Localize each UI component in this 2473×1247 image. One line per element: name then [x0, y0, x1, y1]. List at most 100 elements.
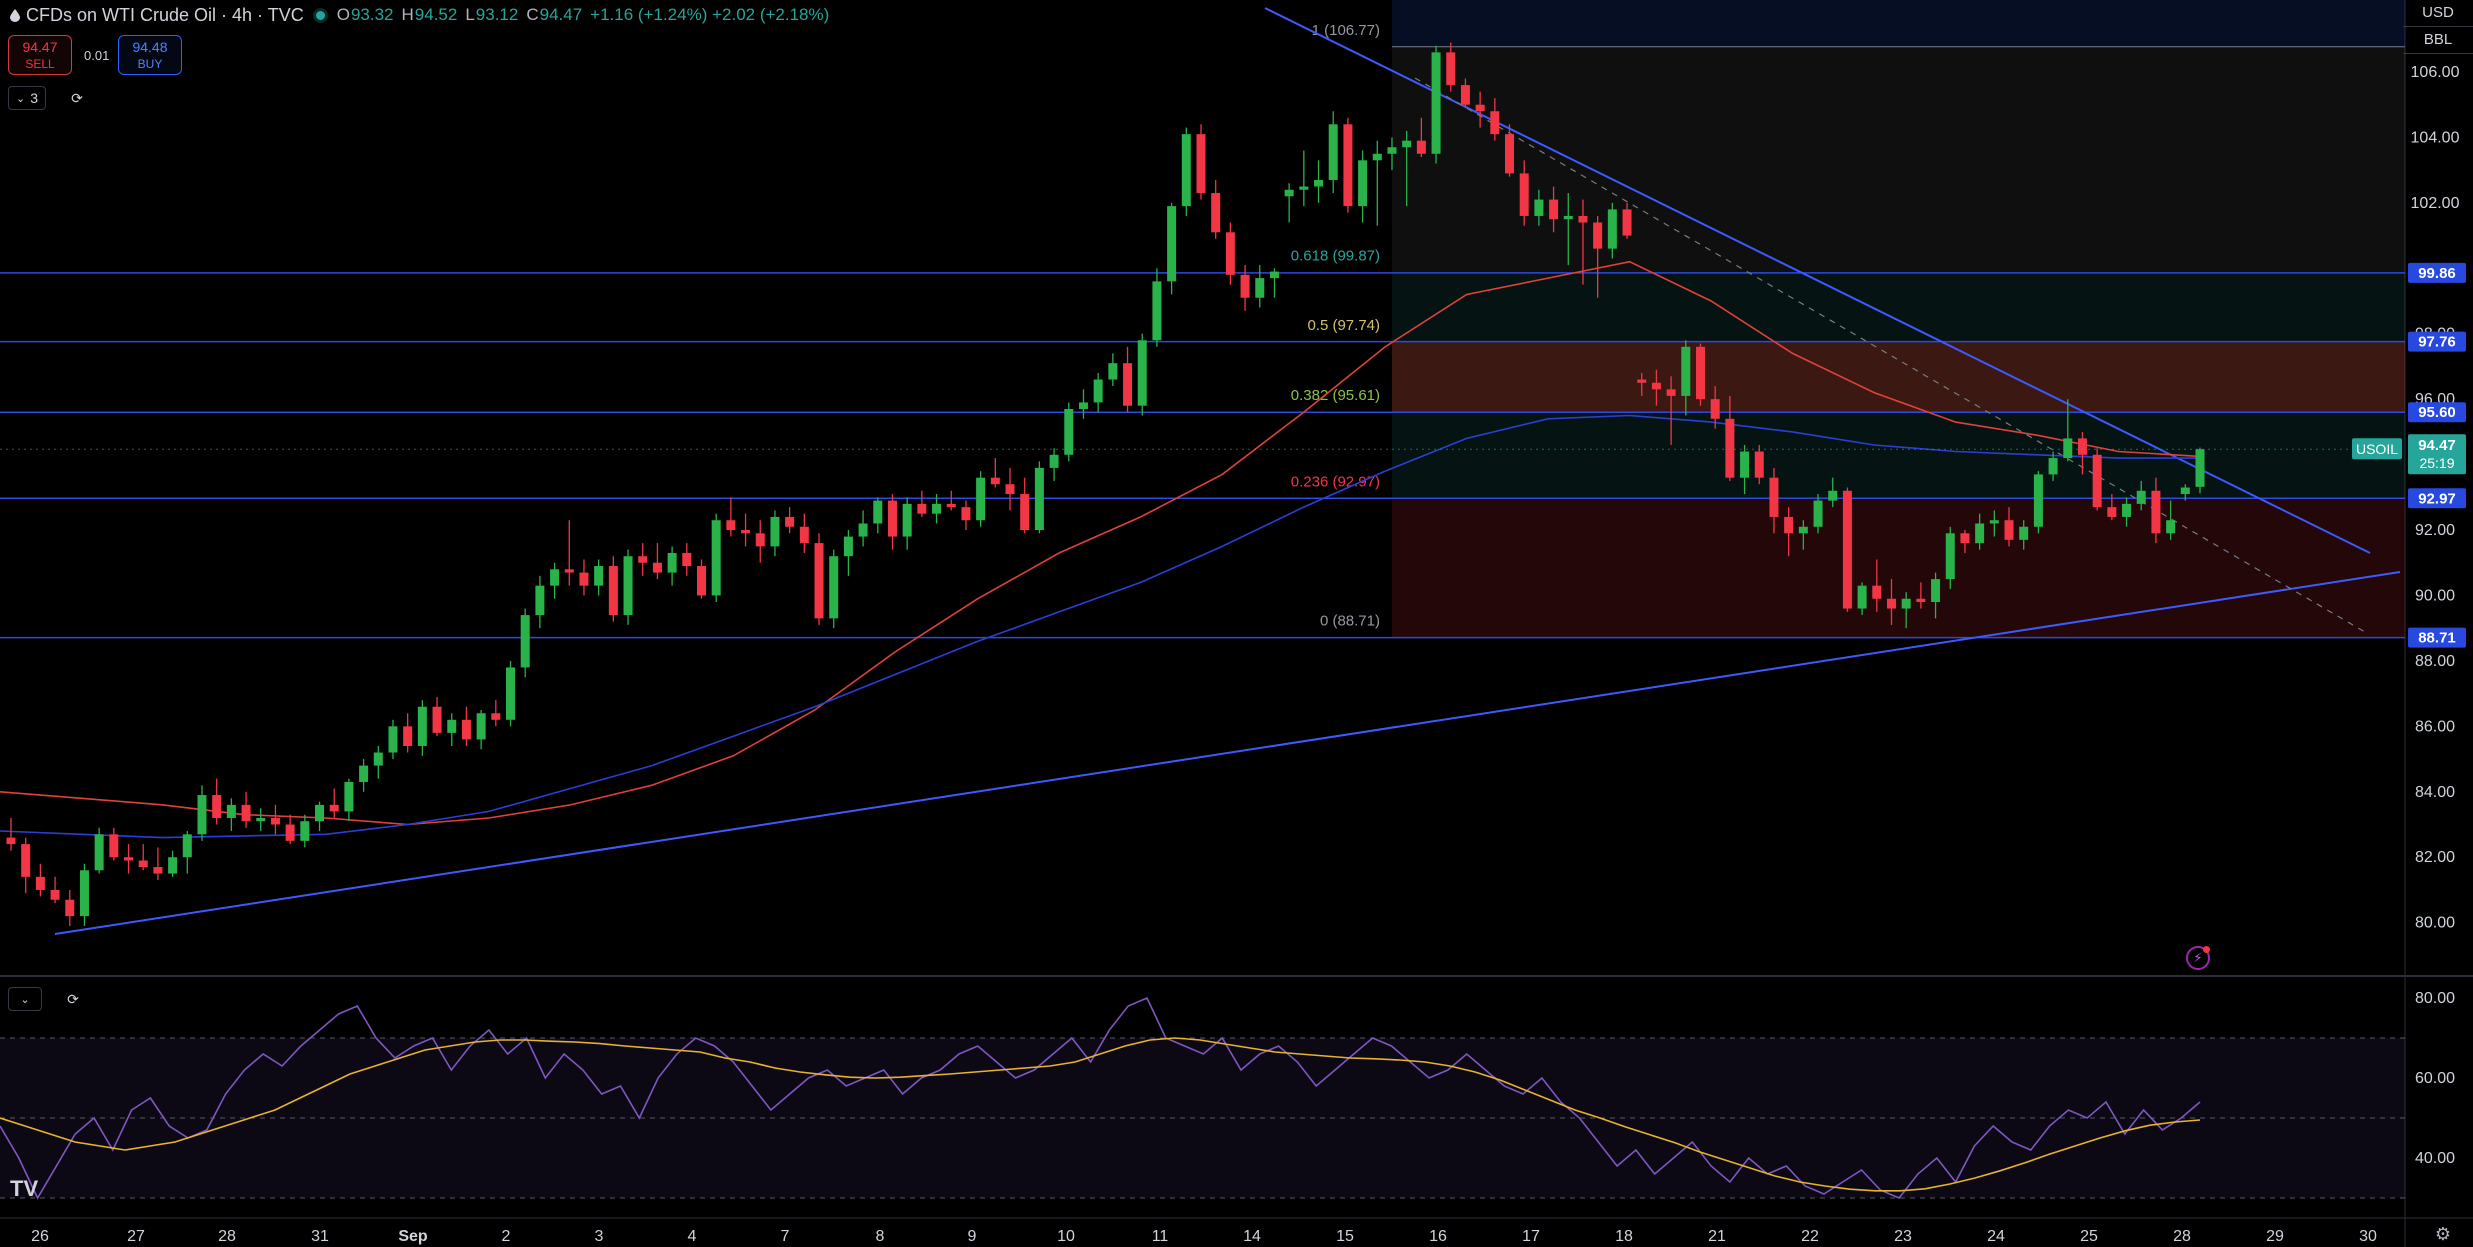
rsi-tick-label: 80.00 [2415, 990, 2455, 1007]
rsi-collapse-button[interactable]: ⌄ [8, 987, 42, 1011]
candle [1872, 585, 1882, 599]
unit-label[interactable]: BBL [2403, 27, 2473, 54]
candle [1740, 451, 1750, 478]
candle [109, 834, 119, 858]
lightning-icon[interactable]: ⚡ [2186, 946, 2210, 970]
price-chart[interactable]: 1 (106.77)0.618 (99.87)0.5 (97.74)0.382 … [0, 0, 2473, 1247]
indicators-toggle[interactable]: ⌄ 3 [8, 86, 46, 110]
high-value: 94.52 [414, 5, 458, 24]
candle [344, 781, 354, 812]
price-tick-label: 88.00 [2415, 653, 2455, 670]
candle [1049, 454, 1059, 468]
refresh-icon[interactable]: ⟳ [64, 86, 90, 110]
time-tick-label: 30 [2359, 1228, 2377, 1245]
candle [329, 804, 339, 812]
time-tick-label: 14 [1243, 1228, 1261, 1245]
sell-button[interactable]: 94.47 SELL [8, 35, 72, 75]
time-tick-label: 11 [1152, 1228, 1169, 1245]
candle [1108, 363, 1118, 380]
candle [902, 503, 912, 537]
candle [300, 821, 310, 841]
candle [932, 503, 942, 514]
candle [726, 520, 736, 531]
candle [1666, 389, 1676, 396]
candle [535, 585, 545, 616]
time-tick-label: 10 [1057, 1228, 1075, 1245]
candle [1064, 408, 1074, 455]
fib-zone [1392, 498, 2405, 638]
candle [1931, 579, 1941, 603]
candle [843, 536, 853, 557]
candle [1637, 379, 1647, 383]
candle [1989, 520, 1999, 524]
price-tick-label: 90.00 [2415, 587, 2455, 604]
candle [814, 543, 824, 619]
candle [2048, 458, 2058, 475]
rsi-tick-label: 60.00 [2415, 1070, 2455, 1087]
candle [2019, 526, 2029, 540]
candle [638, 556, 648, 563]
candle [1505, 134, 1515, 174]
time-tick-label: 27 [127, 1228, 145, 1245]
candle [403, 726, 413, 746]
candle [1093, 379, 1103, 403]
market-status-dot [315, 10, 325, 20]
candle [1828, 490, 1838, 501]
candle [1769, 477, 1779, 517]
buy-price: 94.48 [132, 39, 168, 55]
candle [755, 533, 765, 547]
level-price-tag-label: 95.60 [2418, 404, 2456, 421]
level-price-tag-label: 97.76 [2418, 334, 2456, 351]
chevron-down-icon: ⌄ [15, 92, 26, 105]
candle [1857, 585, 1867, 609]
candle [197, 795, 207, 835]
candle [1607, 209, 1617, 249]
fib-top-zone [1392, 0, 2405, 47]
candle [1078, 402, 1088, 409]
high-label: H [401, 5, 414, 24]
rsi-refresh-icon[interactable]: ⟳ [60, 987, 86, 1011]
candle [1137, 340, 1147, 406]
candle [1402, 140, 1412, 148]
candle [1886, 598, 1896, 609]
symbol-title[interactable]: CFDs on WTI Crude Oil · 4h · TVC [26, 5, 304, 26]
candle [270, 817, 280, 825]
open-value: 93.32 [350, 5, 394, 24]
oil-drop-icon [10, 8, 20, 22]
sell-label: SELL [25, 57, 55, 71]
candle [579, 572, 589, 586]
candle [388, 726, 398, 753]
candle [1681, 346, 1691, 396]
candle [1446, 52, 1456, 86]
price-tick-label: 82.00 [2415, 849, 2455, 866]
time-tick-label: 25 [2080, 1228, 2098, 1245]
gear-icon[interactable]: ⚙ [2435, 1224, 2451, 1245]
candle [652, 562, 662, 573]
open-label: O [336, 5, 350, 24]
candle [1460, 85, 1470, 105]
price-tick-label: 84.00 [2415, 784, 2455, 801]
candle [1299, 186, 1309, 190]
candle [1916, 598, 1926, 603]
price-tick-label: 86.00 [2415, 718, 2455, 735]
candle [1416, 140, 1426, 154]
candle [976, 477, 986, 521]
candle [1475, 104, 1485, 112]
candle [1651, 382, 1661, 390]
fib-level-label: 0.382 (95.61) [1291, 387, 1380, 404]
price-scale-settings[interactable]: USD BBL [2403, 0, 2473, 54]
candle [447, 719, 457, 733]
candle [1167, 206, 1177, 282]
candle [212, 795, 222, 818]
candle [315, 804, 325, 822]
time-tick-label: 3 [595, 1228, 604, 1245]
time-tick-label: 16 [1429, 1228, 1447, 1245]
buy-label: BUY [137, 57, 163, 71]
close-label: C [526, 5, 539, 24]
candle [1431, 52, 1441, 154]
candle [2136, 490, 2146, 504]
time-tick-label: 21 [1708, 1228, 1726, 1245]
buy-button[interactable]: 94.48 BUY [118, 35, 182, 75]
currency-label[interactable]: USD [2403, 0, 2473, 27]
candle [858, 523, 868, 537]
